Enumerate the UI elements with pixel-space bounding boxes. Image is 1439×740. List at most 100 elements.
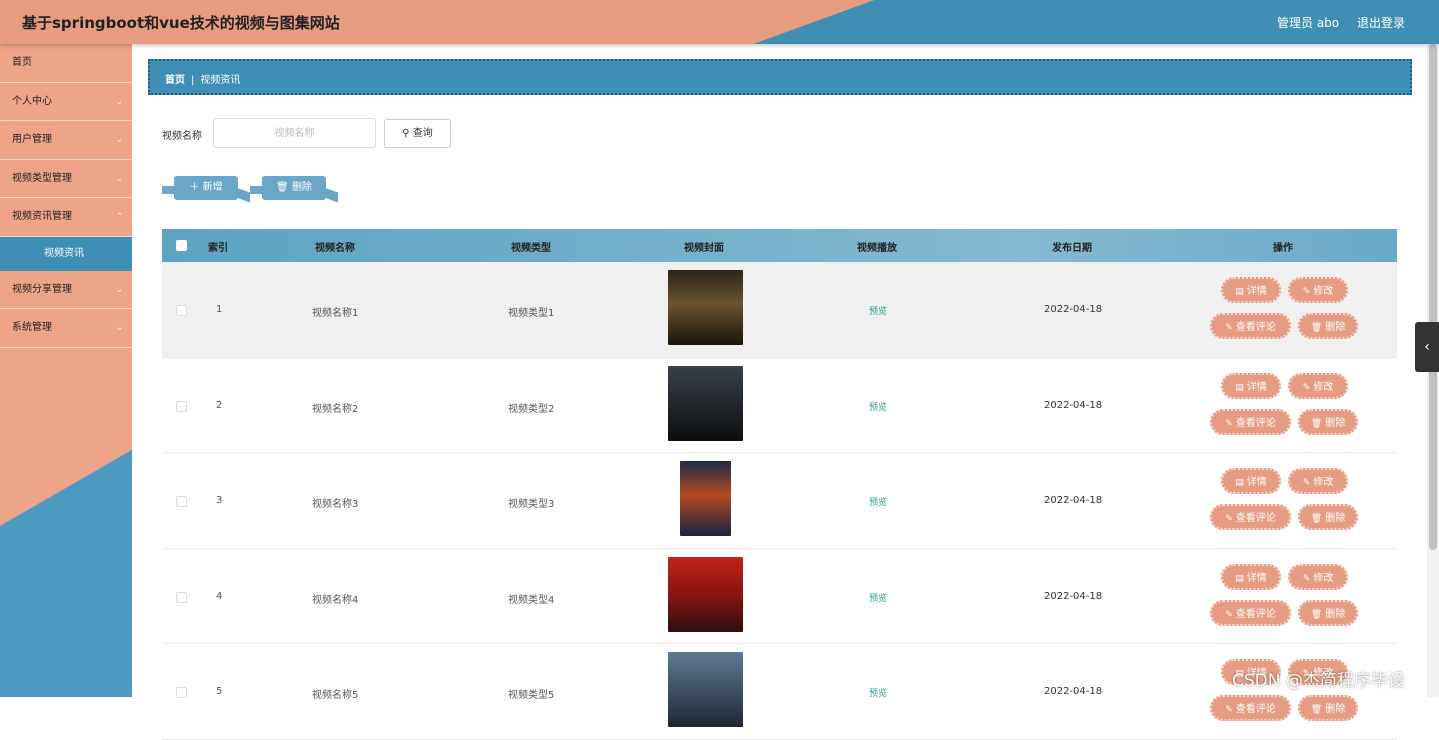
search-input[interactable] bbox=[213, 118, 376, 148]
sidebar-item-label: 用户管理 bbox=[12, 134, 52, 145]
logout-link[interactable]: 退出登录 bbox=[1357, 14, 1405, 31]
select-all-checkbox[interactable] bbox=[176, 240, 187, 251]
breadcrumb-home[interactable]: 首页 bbox=[165, 75, 185, 86]
trash-icon: 🗑 bbox=[276, 182, 289, 193]
delete-button-label: 删除 bbox=[1325, 417, 1346, 429]
detail-button[interactable]: ▤ 详情 bbox=[1221, 277, 1281, 303]
row-video-name: 视频名称3 bbox=[312, 499, 359, 510]
delete-button[interactable]: 🗑 删除 bbox=[1298, 695, 1358, 721]
row-checkbox[interactable] bbox=[176, 687, 187, 698]
header-index: 索引 bbox=[208, 243, 228, 254]
sidebar-item-personal-center[interactable]: 个人中心 ⌄ bbox=[0, 83, 132, 121]
document-icon: ▤ bbox=[1235, 382, 1244, 393]
sidebar-item-video-share-management[interactable]: 视频分享管理 ⌄ bbox=[0, 271, 132, 309]
row-publish-date: 2022-04-18 bbox=[1044, 399, 1103, 411]
row-index: 2 bbox=[216, 399, 223, 411]
sidebar-item-video-type-management[interactable]: 视频类型管理 ⌄ bbox=[0, 160, 132, 198]
delete-button[interactable]: 🗑 删除 bbox=[1298, 599, 1358, 626]
detail-button-label: 详情 bbox=[1246, 477, 1267, 488]
row-video-name: 视频名称5 bbox=[312, 690, 359, 701]
edit-icon: ✎ bbox=[1302, 573, 1311, 584]
edit-icon: ✎ bbox=[1302, 287, 1311, 297]
row-video-type: 视频类型3 bbox=[508, 499, 555, 510]
table-row: 5 视频名称5 视频类型5 预览 2022-04-18 ▤ 详情 ✎ 修改 ✎ 查看评论 🗑 删除 bbox=[162, 644, 1397, 740]
sidebar-subitem-video-news[interactable]: 视频资讯 bbox=[0, 236, 132, 271]
row-index: 1 bbox=[216, 304, 223, 315]
current-user: 管理员 abo bbox=[1277, 16, 1340, 30]
trash-icon: 🗑 bbox=[1310, 323, 1323, 333]
row-video-type: 视频类型5 bbox=[508, 690, 555, 701]
table-header: 索引 视频名称 视频类型 视频封面 视频播放 发布日期 操作 bbox=[162, 229, 1397, 262]
view-comments-button[interactable]: ✎ 查看评论 bbox=[1210, 313, 1291, 339]
sidebar-item-user-management[interactable]: 用户管理 ⌄ bbox=[0, 121, 132, 160]
row-checkbox[interactable] bbox=[176, 496, 187, 507]
sidebar-item-system-management[interactable]: 系统管理 ⌄ bbox=[0, 309, 132, 348]
scrollbar-thumb[interactable] bbox=[1429, 44, 1437, 550]
video-cover-image bbox=[668, 556, 743, 632]
edit-icon: ✎ bbox=[1302, 478, 1311, 488]
row-video-type: 视频类型2 bbox=[508, 403, 555, 415]
row-index: 3 bbox=[216, 495, 223, 506]
preview-link[interactable]: 预览 bbox=[869, 591, 887, 604]
edit-icon: ✎ bbox=[1225, 514, 1233, 524]
row-publish-date: 2022-04-18 bbox=[1044, 590, 1103, 602]
document-icon: ▤ bbox=[1235, 573, 1244, 584]
row-checkbox[interactable] bbox=[176, 591, 187, 603]
document-icon: ▤ bbox=[1235, 287, 1244, 297]
detail-button[interactable]: ▤ 详情 bbox=[1221, 563, 1281, 590]
header-publish-date: 发布日期 bbox=[1052, 243, 1092, 254]
sidebar-item-home[interactable]: 首页 bbox=[0, 44, 132, 83]
edit-icon: ✎ bbox=[1302, 382, 1311, 393]
header-video-name: 视频名称 bbox=[315, 243, 355, 254]
detail-button[interactable]: ▤ 详情 bbox=[1221, 372, 1281, 399]
view-comments-button[interactable]: ✎ 查看评论 bbox=[1210, 695, 1291, 721]
sidebar-item-video-news-management[interactable]: 视频资讯管理 ⌃ bbox=[0, 198, 132, 237]
row-video-name: 视频名称2 bbox=[312, 403, 359, 415]
edit-button[interactable]: ✎ 修改 bbox=[1288, 372, 1348, 399]
delete-button[interactable]: 🗑 删除 bbox=[1298, 504, 1358, 530]
edit-button[interactable]: ✎ 修改 bbox=[1288, 468, 1348, 494]
sidebar: 首页 个人中心 ⌄ 用户管理 ⌄ 视频类型管理 ⌄ 视频资讯管理 ⌃ 视频资讯 视频分享… bbox=[0, 44, 132, 697]
row-video-type: 视频类型1 bbox=[508, 308, 555, 319]
view-comments-button[interactable]: ✎ 查看评论 bbox=[1210, 504, 1291, 530]
row-checkbox[interactable] bbox=[176, 400, 187, 412]
app-title: 基于springboot和vue技术的视频与图集网站 bbox=[22, 14, 340, 32]
detail-button[interactable]: ▤ 详情 bbox=[1221, 468, 1281, 494]
view-comments-button[interactable]: ✎ 查看评论 bbox=[1210, 599, 1291, 626]
chevron-up-icon: ⌃ bbox=[115, 212, 123, 222]
preview-link[interactable]: 预览 bbox=[869, 686, 887, 699]
preview-link[interactable]: 预览 bbox=[869, 304, 887, 317]
preview-link[interactable]: 预览 bbox=[869, 495, 887, 508]
breadcrumb-current: 视频资讯 bbox=[200, 75, 241, 86]
query-button[interactable]: ⚲ 查询 bbox=[384, 119, 451, 148]
row-checkbox[interactable] bbox=[176, 305, 187, 316]
edit-icon: ✎ bbox=[1225, 609, 1233, 620]
trash-icon: 🗑 bbox=[1310, 609, 1323, 620]
sidebar-item-label: 视频资讯管理 bbox=[12, 211, 72, 222]
edit-button[interactable]: ✎ 修改 bbox=[1288, 277, 1348, 303]
view-comments-button[interactable]: ✎ 查看评论 bbox=[1210, 408, 1291, 435]
delete-button[interactable]: 🗑 删除 bbox=[1298, 313, 1358, 339]
main-content: 首页 | 视频资讯 视频名称 ⚲ 查询 ＋ 新增 🗑 删除 索引 视频名称 视频类型… bbox=[132, 44, 1427, 740]
header-video-cover: 视频封面 bbox=[684, 243, 724, 254]
edit-button-label: 修改 bbox=[1313, 572, 1334, 584]
chevron-left-icon[interactable]: ‹ bbox=[1415, 322, 1439, 372]
view-comments-label: 查看评论 bbox=[1235, 704, 1276, 715]
sidebar-item-label: 系统管理 bbox=[12, 322, 52, 333]
add-button[interactable]: ＋ 新增 bbox=[162, 176, 238, 200]
table-body: 1 视频名称1 视频类型1 预览 2022-04-18 ▤ 详情 ✎ 修改 ✎ 查看评论 🗑 删除 2 视频… bbox=[162, 262, 1397, 740]
detail-button-label: 详情 bbox=[1246, 572, 1267, 584]
sidebar-item-label: 视频分享管理 bbox=[12, 283, 72, 295]
row-video-name: 视频名称1 bbox=[312, 308, 359, 319]
edit-button[interactable]: ✎ 修改 bbox=[1288, 563, 1348, 590]
view-comments-label: 查看评论 bbox=[1235, 513, 1276, 524]
edit-icon: ✎ bbox=[1225, 705, 1233, 715]
plus-icon: ＋ bbox=[189, 182, 200, 193]
video-cover-image bbox=[668, 365, 743, 441]
preview-link[interactable]: 预览 bbox=[869, 400, 887, 413]
add-button-label: 新增 bbox=[202, 182, 223, 193]
batch-delete-button[interactable]: 🗑 删除 bbox=[250, 176, 326, 200]
sidebar-item-label: 视频资讯 bbox=[44, 247, 84, 259]
delete-button[interactable]: 🗑 删除 bbox=[1298, 408, 1358, 435]
document-icon: ▤ bbox=[1235, 478, 1244, 488]
